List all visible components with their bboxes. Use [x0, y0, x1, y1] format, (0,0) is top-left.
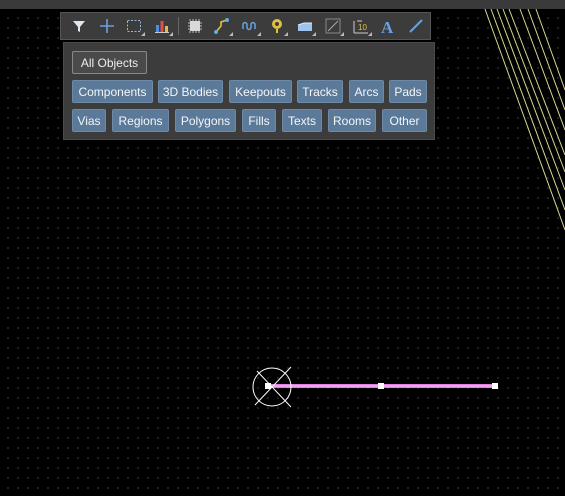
- text-frame-icon[interactable]: 10: [347, 13, 375, 39]
- via-icon[interactable]: [264, 13, 292, 39]
- track-handle-middle[interactable]: [378, 383, 384, 389]
- track-handle-start[interactable]: [265, 383, 271, 389]
- svg-text:10: 10: [358, 23, 367, 32]
- track-handle-end[interactable]: [492, 383, 498, 389]
- selection-filter-panel: All Objects Components 3D Bodies Keepout…: [63, 42, 435, 140]
- filter-fills-button[interactable]: Fills: [242, 109, 276, 132]
- svg-text:A: A: [381, 18, 394, 35]
- cross-icon[interactable]: [93, 13, 121, 39]
- chart-icon[interactable]: [148, 13, 176, 39]
- all-objects-button[interactable]: All Objects: [72, 51, 147, 74]
- meander-icon[interactable]: [236, 13, 264, 39]
- toolbar-separator: [177, 17, 179, 35]
- filter-texts-button[interactable]: Texts: [282, 109, 322, 132]
- filter-arcs-button[interactable]: Arcs: [349, 80, 384, 103]
- filter-pads-button[interactable]: Pads: [389, 80, 427, 103]
- text-icon[interactable]: A: [375, 13, 403, 39]
- filter-rooms-button[interactable]: Rooms: [328, 109, 376, 132]
- filter-other-button[interactable]: Other: [382, 109, 427, 132]
- component-icon[interactable]: [181, 13, 209, 39]
- filter-regions-button[interactable]: Regions: [112, 109, 169, 132]
- filter-components-button[interactable]: Components: [72, 80, 153, 103]
- diagonal-tracks: [484, 8, 565, 231]
- filter-tracks-button[interactable]: Tracks: [297, 80, 343, 103]
- filter-keepouts-button[interactable]: Keepouts: [229, 80, 292, 103]
- select-area-icon[interactable]: [120, 13, 148, 39]
- filter-polygons-button[interactable]: Polygons: [175, 109, 236, 132]
- polygon-icon[interactable]: [291, 13, 319, 39]
- filter-3d-bodies-button[interactable]: 3D Bodies: [158, 80, 223, 103]
- dimension-icon[interactable]: [319, 13, 347, 39]
- filter-icon[interactable]: [65, 13, 93, 39]
- active-bar-toolbar: 10 A: [60, 12, 431, 40]
- filter-vias-button[interactable]: Vias: [72, 109, 106, 132]
- line-icon[interactable]: [402, 13, 430, 39]
- route-icon[interactable]: [208, 13, 236, 39]
